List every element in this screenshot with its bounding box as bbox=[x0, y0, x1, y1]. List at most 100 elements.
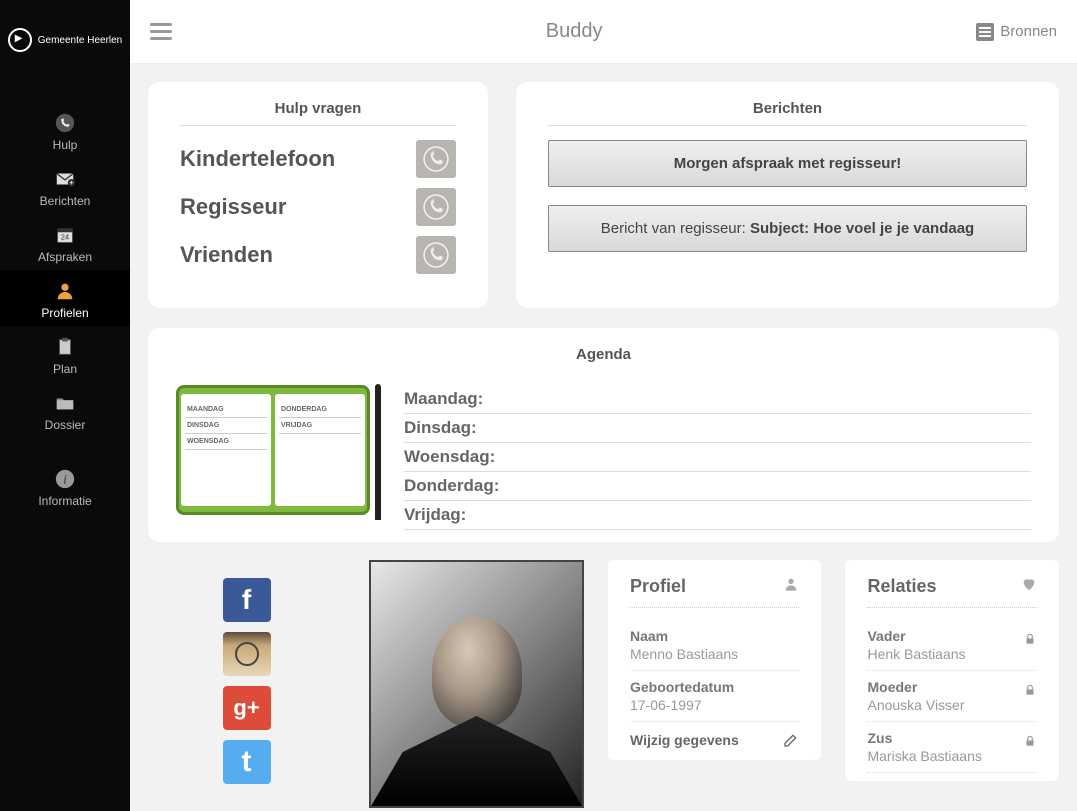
msg-prefix: Bericht van regisseur: bbox=[601, 220, 750, 237]
call-regisseur-button[interactable] bbox=[416, 188, 456, 226]
profiel-naam-row: Naam Menno Bastiaans bbox=[630, 620, 800, 671]
relatie-moeder-row: Moeder Anouska Visser bbox=[867, 671, 1037, 722]
geb-label: Geboortedatum bbox=[630, 679, 800, 695]
profile-photo bbox=[369, 560, 584, 808]
call-vrienden-button[interactable] bbox=[416, 236, 456, 274]
folder-icon bbox=[52, 392, 78, 414]
info-icon: i bbox=[52, 468, 78, 490]
edit-icon bbox=[783, 732, 799, 748]
lock-icon bbox=[1023, 683, 1037, 702]
book-day: DONDERDAG bbox=[279, 402, 361, 418]
googleplus-icon: g+ bbox=[233, 695, 259, 721]
hulp-row-regisseur: Regisseur bbox=[180, 188, 456, 226]
twitter-icon: t bbox=[242, 745, 252, 779]
facebook-button[interactable]: f bbox=[223, 578, 271, 622]
wijzig-gegevens-button[interactable]: Wijzig gegevens bbox=[630, 722, 800, 752]
hulp-row-kindertelefoon: Kindertelefoon bbox=[180, 140, 456, 178]
berichten-title: Berichten bbox=[548, 100, 1027, 126]
twitter-button[interactable]: t bbox=[223, 740, 271, 784]
logo: Gemeente Heerlen bbox=[8, 28, 123, 52]
facebook-icon: f bbox=[242, 584, 251, 616]
relatie-vader-row: Vader Henk Bastiaans bbox=[867, 620, 1037, 671]
nav-berichten[interactable]: Berichten bbox=[0, 158, 130, 214]
agenda-book-icon: MAANDAG DINSDAG WOENSDAG DONDERDAG VRIJD… bbox=[176, 385, 370, 515]
instagram-button[interactable] bbox=[223, 632, 271, 676]
bronnen-button[interactable]: Bronnen bbox=[976, 23, 1057, 41]
sidebar: Gemeente Heerlen Hulp Berichten 24 Afspr… bbox=[0, 0, 130, 811]
svg-text:24: 24 bbox=[61, 233, 69, 242]
nav-label: Profielen bbox=[0, 306, 130, 320]
msg-text: Morgen afspraak met regisseur! bbox=[674, 155, 902, 172]
nav-label: Afspraken bbox=[0, 250, 130, 264]
social-links: f g+ t bbox=[148, 560, 345, 784]
nav-label: Hulp bbox=[0, 138, 130, 152]
agenda-day-maandag: Maandag: bbox=[404, 385, 1031, 414]
clipboard-icon bbox=[52, 336, 78, 358]
naam-label: Naam bbox=[630, 628, 800, 644]
wijzig-label: Wijzig gegevens bbox=[630, 732, 739, 748]
bericht-regisseur[interactable]: Bericht van regisseur: Subject: Hoe voel… bbox=[548, 205, 1027, 252]
naam-value: Menno Bastiaans bbox=[630, 646, 800, 662]
book-day: WOENSDAG bbox=[185, 434, 267, 450]
agenda-day-donderdag: Donderdag: bbox=[404, 472, 1031, 501]
page-title: Buddy bbox=[546, 20, 603, 43]
nav-hulp[interactable]: Hulp bbox=[0, 102, 130, 158]
bronnen-label: Bronnen bbox=[1000, 23, 1057, 40]
call-kindertelefoon-button[interactable] bbox=[416, 140, 456, 178]
hulp-card: Hulp vragen Kindertelefoon Regisseur Vri… bbox=[148, 82, 488, 308]
rel-label: Zus bbox=[867, 730, 1037, 746]
hulp-row-vrienden: Vrienden bbox=[180, 236, 456, 274]
agenda-day-vrijdag: Vrijdag: bbox=[404, 501, 1031, 530]
list-icon bbox=[976, 23, 994, 41]
hulp-label: Kindertelefoon bbox=[180, 146, 335, 172]
person-icon bbox=[783, 576, 799, 597]
nav-profielen[interactable]: Profielen bbox=[0, 270, 130, 326]
svg-text:i: i bbox=[63, 473, 67, 487]
logo-mark-icon bbox=[8, 28, 32, 52]
profiel-title: Profiel bbox=[630, 576, 686, 597]
book-day: MAANDAG bbox=[185, 402, 267, 418]
nav-label: Plan bbox=[0, 362, 130, 376]
relatie-zus-row: Zus Mariska Bastiaans bbox=[867, 722, 1037, 773]
hulp-title: Hulp vragen bbox=[180, 100, 456, 126]
menu-button[interactable] bbox=[150, 23, 172, 40]
agenda-title: Agenda bbox=[176, 346, 1031, 371]
relaties-card: Relaties Vader Henk Bastiaans Moeder Ano… bbox=[845, 560, 1059, 781]
rel-label: Moeder bbox=[867, 679, 1037, 695]
nav-label: Dossier bbox=[0, 418, 130, 432]
msg-subject: Subject: Hoe voel je je vandaag bbox=[750, 220, 974, 237]
agenda-image: MAANDAG DINSDAG WOENSDAG DONDERDAG VRIJD… bbox=[176, 385, 386, 525]
content: Hulp vragen Kindertelefoon Regisseur Vri… bbox=[130, 64, 1077, 811]
bericht-afspraak[interactable]: Morgen afspraak met regisseur! bbox=[548, 140, 1027, 187]
book-day: DINSDAG bbox=[185, 418, 267, 434]
relaties-title: Relaties bbox=[867, 576, 936, 597]
nav-afspraken[interactable]: 24 Afspraken bbox=[0, 214, 130, 270]
nav-plan[interactable]: Plan bbox=[0, 326, 130, 382]
agenda-day-dinsdag: Dinsdag: bbox=[404, 414, 1031, 443]
rel-value: Mariska Bastiaans bbox=[867, 748, 1037, 764]
header: Buddy Bronnen bbox=[130, 0, 1077, 64]
nav-dossier[interactable]: Dossier bbox=[0, 382, 130, 438]
profiel-card: Profiel Naam Menno Bastiaans Geboortedat… bbox=[608, 560, 822, 760]
rel-value: Henk Bastiaans bbox=[867, 646, 1037, 662]
person-icon bbox=[52, 280, 78, 302]
phone-icon bbox=[423, 146, 449, 172]
phone-circle-icon bbox=[52, 112, 78, 134]
lock-icon bbox=[1023, 734, 1037, 753]
profiel-geb-row: Geboortedatum 17-06-1997 bbox=[630, 671, 800, 722]
geb-value: 17-06-1997 bbox=[630, 697, 800, 713]
pen-icon bbox=[375, 384, 381, 520]
berichten-card: Berichten Morgen afspraak met regisseur!… bbox=[516, 82, 1059, 308]
googleplus-button[interactable]: g+ bbox=[223, 686, 271, 730]
phone-icon bbox=[423, 194, 449, 220]
nav-informatie[interactable]: i Informatie bbox=[0, 458, 130, 514]
hulp-label: Regisseur bbox=[180, 194, 286, 220]
mail-icon bbox=[52, 168, 78, 190]
rel-label: Vader bbox=[867, 628, 1037, 644]
agenda-days: Maandag: Dinsdag: Woensdag: Donderdag: V… bbox=[404, 385, 1031, 530]
agenda-card: Agenda MAANDAG DINSDAG WOENSDAG DONDERDA… bbox=[148, 328, 1059, 542]
lock-icon bbox=[1023, 632, 1037, 651]
nav-label: Berichten bbox=[0, 194, 130, 208]
hulp-label: Vrienden bbox=[180, 242, 273, 268]
agenda-day-woensdag: Woensdag: bbox=[404, 443, 1031, 472]
